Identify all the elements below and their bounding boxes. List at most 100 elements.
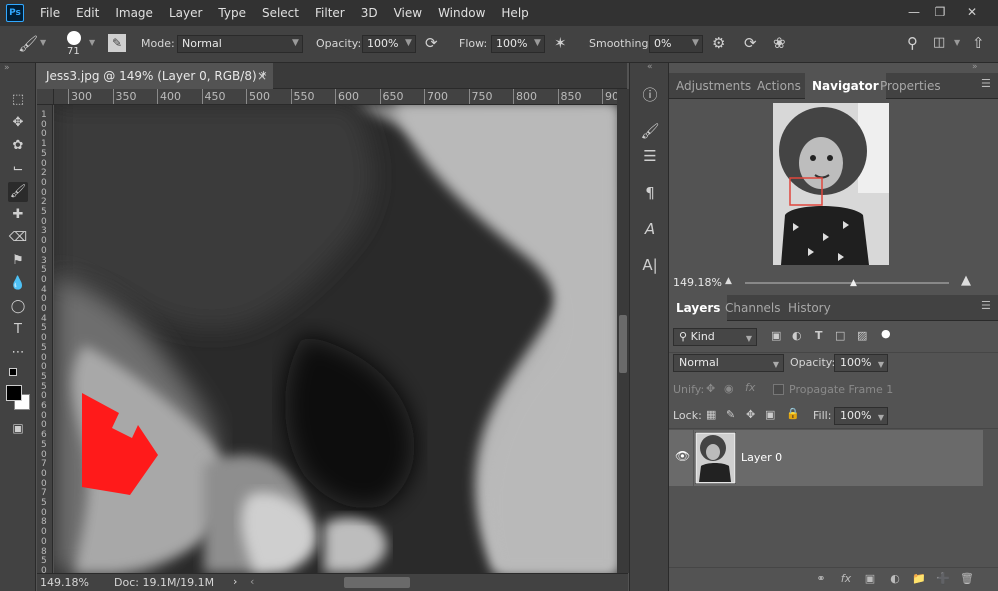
- trash-icon[interactable]: 🗑: [959, 571, 975, 587]
- gear-icon[interactable]: ⚙: [712, 34, 725, 52]
- layer-row[interactable]: 👁 Layer 0: [669, 430, 983, 486]
- collapse-tools-icon[interactable]: »: [4, 63, 10, 73]
- eraser-tool-icon[interactable]: ⌫: [8, 228, 28, 248]
- symmetry-butterfly-icon[interactable]: ❀: [773, 34, 786, 52]
- glyphs-icon[interactable]: A|: [639, 254, 661, 276]
- zoom-level[interactable]: 149.18%: [40, 576, 89, 589]
- layer-name[interactable]: Layer 0: [741, 451, 782, 464]
- search-icon[interactable]: ⚲: [907, 34, 918, 52]
- blur-tool-icon[interactable]: 💧: [8, 274, 28, 294]
- pressure-opacity-icon[interactable]: ⟳: [425, 34, 438, 52]
- opacity-chevron-icon[interactable]: ▼: [405, 38, 412, 48]
- filter-kind-select[interactable]: ⚲ Kind ▼: [673, 328, 757, 346]
- brush-tip-icon[interactable]: [67, 31, 81, 45]
- tab-adjustments[interactable]: Adjustments: [669, 73, 758, 99]
- eye-icon[interactable]: 👁: [675, 449, 690, 463]
- close-window-icon[interactable]: ✕: [962, 4, 982, 20]
- quick-mask-icon[interactable]: ▣: [8, 418, 28, 438]
- smoothing-chevron-icon[interactable]: ▼: [692, 38, 699, 48]
- mode-select[interactable]: Normal: [177, 35, 303, 53]
- collapse-panel-icon[interactable]: »: [972, 62, 978, 72]
- unify-visibility-icon[interactable]: ◉: [724, 382, 734, 395]
- zoom-in-icon[interactable]: ▲: [961, 273, 971, 288]
- brush-picker-chevron-icon[interactable]: ▼: [89, 38, 95, 47]
- document-canvas[interactable]: [54, 105, 617, 573]
- link-layers-icon[interactable]: ⚭: [813, 571, 829, 587]
- brush-settings-panel-icon[interactable]: 🖌: [639, 120, 661, 142]
- fill-input[interactable]: 100% ▼: [834, 407, 888, 425]
- zoom-slider-track[interactable]: [745, 282, 949, 284]
- lock-position-icon[interactable]: ✥: [746, 408, 755, 421]
- pressure-size-icon[interactable]: ⟳: [744, 34, 757, 52]
- scroll-left-icon[interactable]: ‹: [250, 575, 254, 588]
- zoom-slider-thumb[interactable]: ▲: [850, 278, 857, 288]
- marquee-tool-icon[interactable]: ⬚: [8, 90, 28, 110]
- status-menu-arrow-icon[interactable]: ›: [233, 575, 237, 588]
- brush-tool-icon[interactable]: 🖌: [8, 182, 28, 202]
- airbrush-icon[interactable]: ✶: [554, 34, 567, 52]
- panel-menu-icon[interactable]: ☰: [981, 77, 991, 90]
- new-group-icon[interactable]: 📁: [911, 571, 927, 587]
- lasso-tool-icon[interactable]: ✿: [8, 136, 28, 156]
- menu-file[interactable]: File: [32, 0, 68, 26]
- filter-shape-icon[interactable]: □: [835, 329, 845, 342]
- lock-pixels-icon[interactable]: ✎: [726, 408, 735, 421]
- menu-3d[interactable]: 3D: [353, 0, 386, 26]
- menu-help[interactable]: Help: [493, 0, 536, 26]
- tab-actions[interactable]: Actions: [750, 73, 808, 99]
- paint-bucket-icon[interactable]: ⚑: [8, 251, 28, 271]
- foreground-color-swatch[interactable]: [6, 385, 22, 401]
- lock-transparency-icon[interactable]: ▦: [706, 408, 716, 421]
- tab-properties[interactable]: Properties: [873, 73, 948, 99]
- brush-settings-icon[interactable]: ✎: [108, 34, 126, 52]
- filter-adjustment-icon[interactable]: ◐: [792, 329, 802, 342]
- filter-smart-object-icon[interactable]: ▨: [857, 329, 867, 342]
- lock-all-icon[interactable]: 🔒: [786, 407, 800, 420]
- vertical-scrollbar[interactable]: [617, 89, 629, 573]
- navigator-thumbnail[interactable]: [773, 103, 889, 265]
- character-icon[interactable]: A: [639, 218, 661, 240]
- mode-chevron-icon[interactable]: ▼: [292, 38, 299, 48]
- minimize-icon[interactable]: —: [904, 4, 924, 20]
- menu-select[interactable]: Select: [254, 0, 307, 26]
- menu-edit[interactable]: Edit: [68, 0, 107, 26]
- vertical-scroll-thumb[interactable]: [619, 315, 627, 373]
- crop-tool-icon[interactable]: ⌙: [8, 159, 28, 179]
- add-mask-icon[interactable]: ▣: [862, 571, 878, 587]
- layer-style-fx-icon[interactable]: fx: [838, 571, 854, 587]
- move-tool-icon[interactable]: ✥: [8, 113, 28, 133]
- ellipse-tool-icon[interactable]: ◯: [8, 297, 28, 317]
- brush-tool-icon[interactable]: 🖌: [18, 34, 38, 53]
- propagate-checkbox[interactable]: [773, 384, 784, 395]
- filter-toggle-icon[interactable]: ●: [881, 327, 891, 340]
- horizontal-scroll-thumb[interactable]: [344, 577, 410, 588]
- close-tab-icon[interactable]: ×: [257, 63, 267, 89]
- collapse-dock-icon[interactable]: «: [647, 62, 653, 72]
- unify-position-icon[interactable]: ✥: [706, 382, 715, 395]
- paragraph-icon[interactable]: ¶: [639, 182, 661, 204]
- share-icon[interactable]: ⇧: [972, 34, 985, 52]
- menu-image[interactable]: Image: [107, 0, 161, 26]
- adjust-panel-icon[interactable]: ☰: [639, 145, 661, 167]
- filter-type-icon[interactable]: T: [815, 329, 823, 342]
- unify-style-icon[interactable]: fx: [745, 381, 755, 394]
- healing-tool-icon[interactable]: ✚: [8, 205, 28, 225]
- lock-artboard-icon[interactable]: ▣: [765, 408, 775, 421]
- workspace-chevron-icon[interactable]: ▼: [954, 38, 960, 47]
- type-tool-icon[interactable]: T: [8, 320, 28, 340]
- navigator-zoom[interactable]: 149.18%: [673, 276, 722, 289]
- menu-window[interactable]: Window: [430, 0, 493, 26]
- layer-opacity-input[interactable]: 100% ▼: [834, 354, 888, 372]
- restore-icon[interactable]: ❐: [930, 4, 950, 20]
- menu-view[interactable]: View: [386, 0, 430, 26]
- document-tab[interactable]: Jess3.jpg @ 149% (Layer 0, RGB/8) * ×: [37, 63, 273, 89]
- tab-history[interactable]: History: [781, 295, 838, 321]
- layers-menu-icon[interactable]: ☰: [981, 299, 991, 312]
- flow-chevron-icon[interactable]: ▼: [534, 38, 541, 48]
- tab-channels[interactable]: Channels: [718, 295, 788, 321]
- adjustment-layer-icon[interactable]: ◐: [887, 571, 903, 587]
- menu-layer[interactable]: Layer: [161, 0, 210, 26]
- more-tools-icon[interactable]: ⋯: [8, 343, 28, 363]
- filter-pixel-icon[interactable]: ▣: [771, 329, 781, 342]
- menu-type[interactable]: Type: [210, 0, 254, 26]
